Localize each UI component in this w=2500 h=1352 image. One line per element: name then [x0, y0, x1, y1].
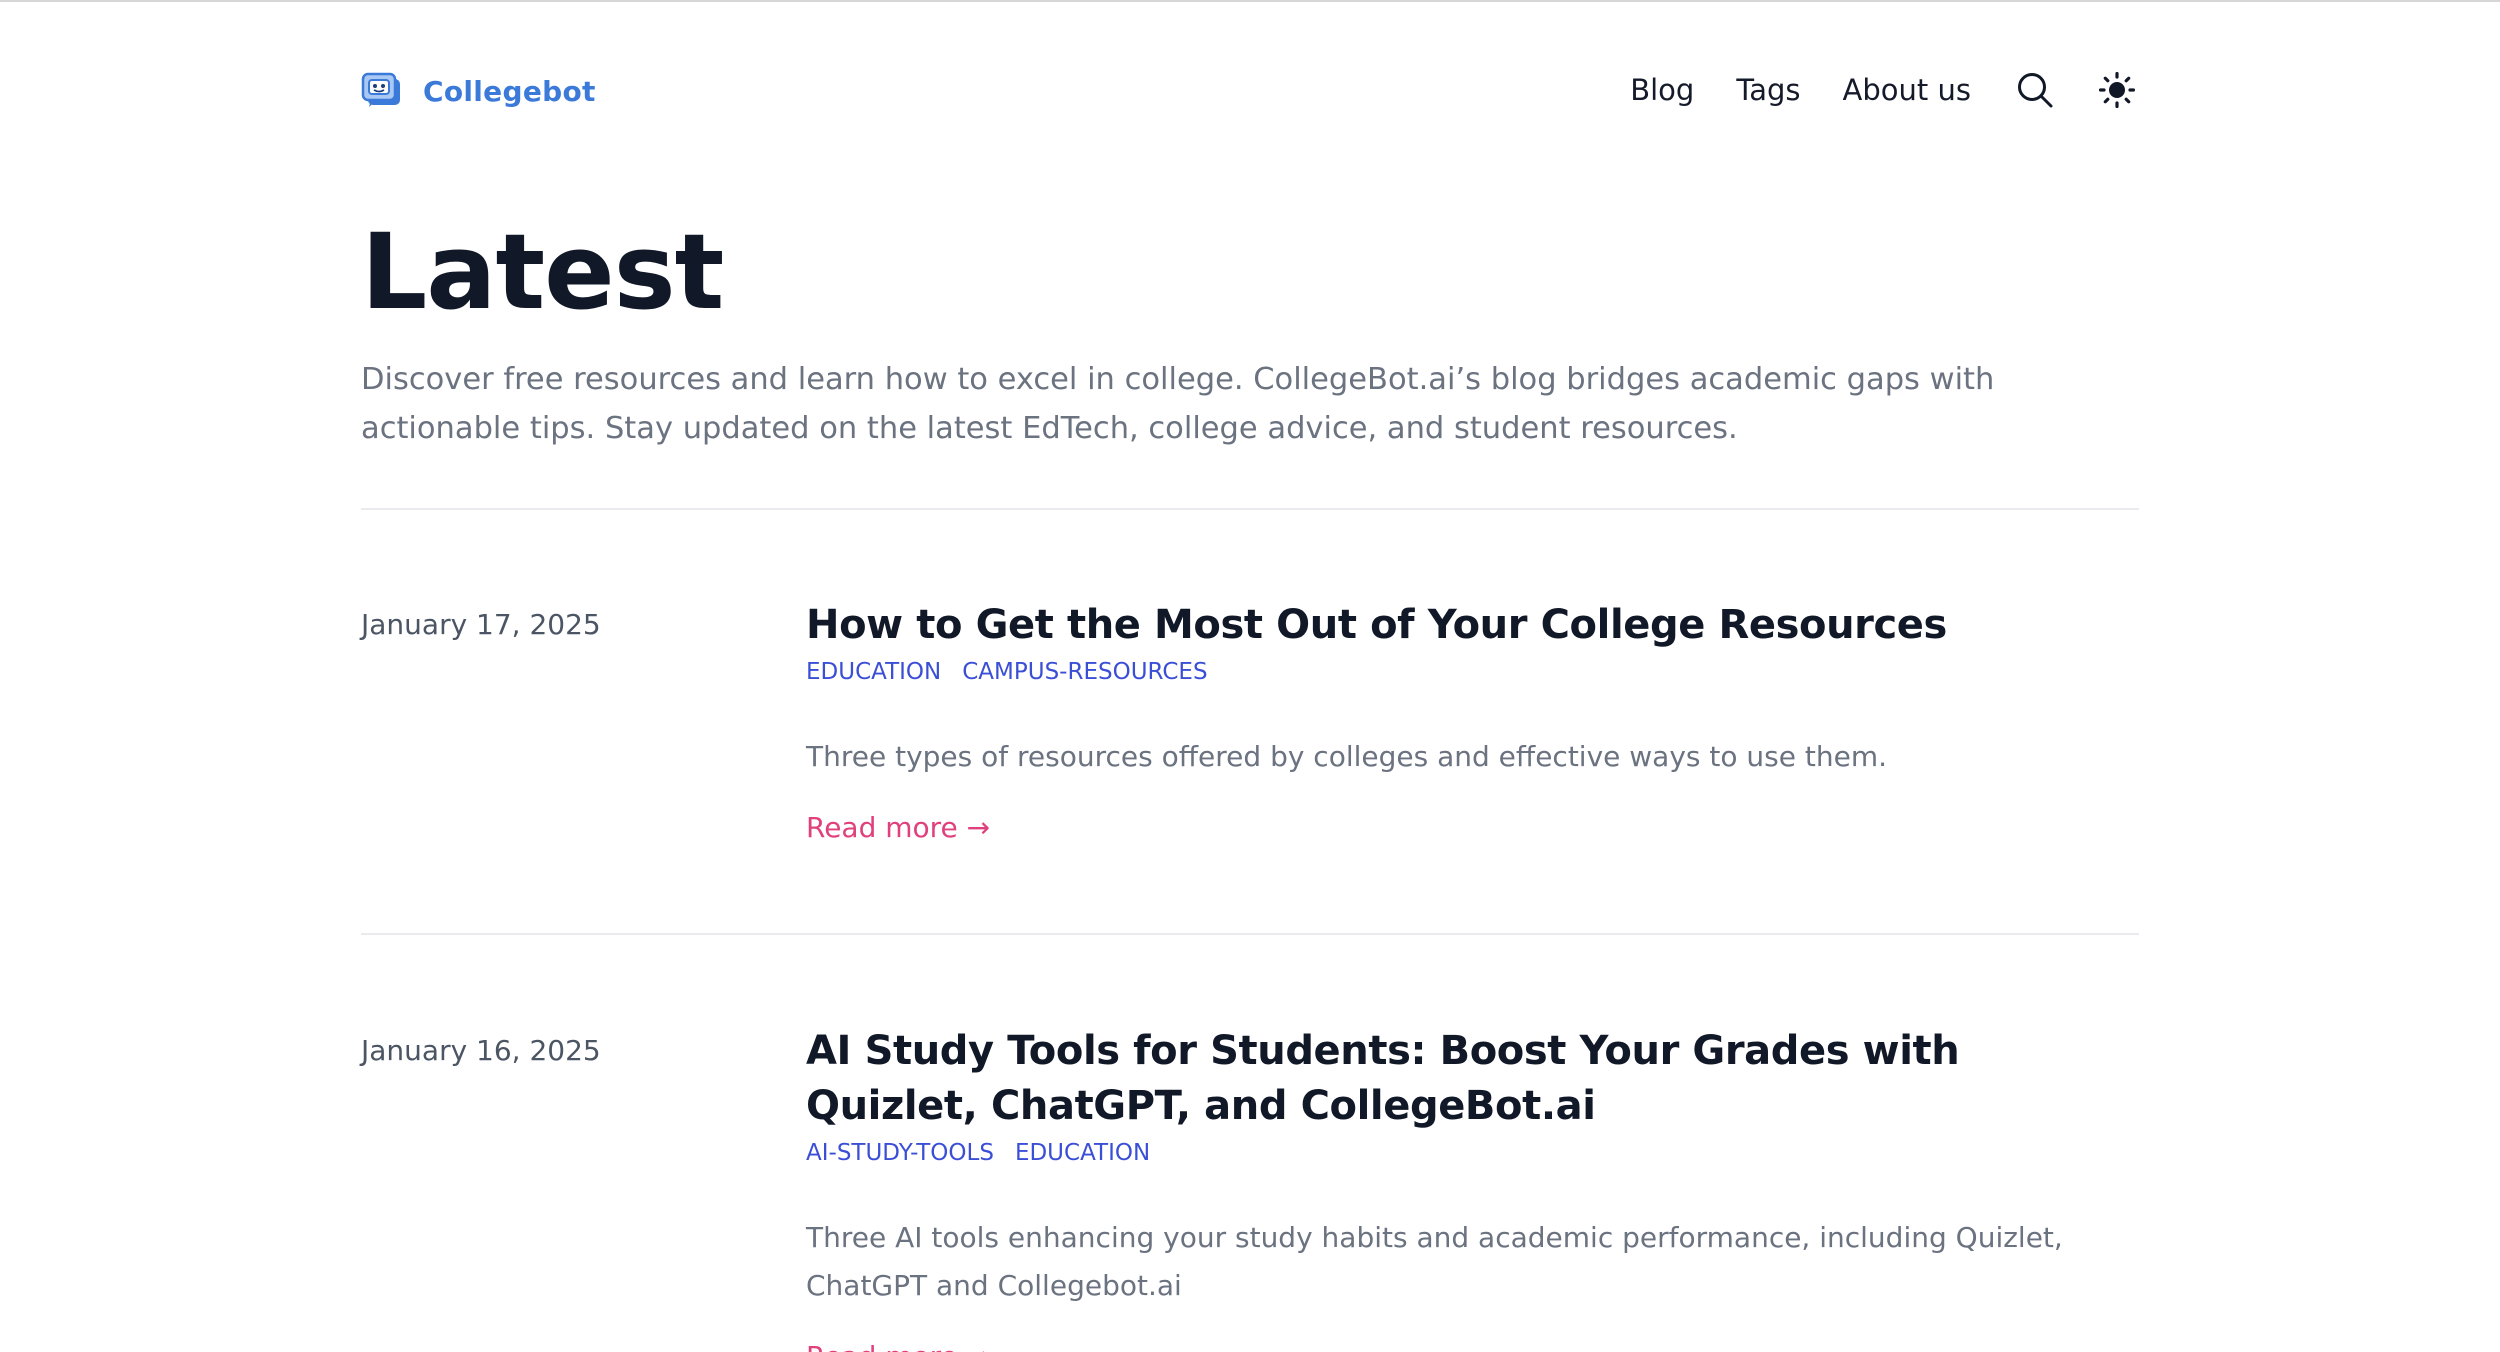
- page: Collegebot Blog Tags About us Latest Dis…: [0, 0, 2500, 1352]
- tag-link-education[interactable]: EDUCATION: [806, 659, 941, 685]
- post-summary: Three types of resources offered by coll…: [806, 740, 1887, 773]
- robot-chat-icon: [361, 70, 403, 112]
- post-divider: [361, 933, 2139, 935]
- post-body: AI Study Tools for Students: Boost Your …: [806, 1024, 2139, 1352]
- post-title: AI Study Tools for Students: Boost Your …: [806, 1024, 2139, 1134]
- post-title: How to Get the Most Out of Your College …: [806, 598, 2139, 653]
- nav-link-about-us[interactable]: About us: [1843, 73, 1971, 107]
- post-summary: Three AI tools enhancing your study habi…: [806, 1221, 2063, 1302]
- post-body: How to Get the Most Out of Your College …: [806, 598, 2139, 844]
- nav-link-tags[interactable]: Tags: [1736, 73, 1800, 107]
- post-tags: AI-STUDY-TOOLS EDUCATION: [806, 1136, 2139, 1170]
- post-date: January 16, 2025: [361, 1034, 601, 1067]
- read-more-link[interactable]: Read more →: [806, 1340, 990, 1352]
- search-button[interactable]: [2013, 68, 2057, 112]
- nav-link-blog[interactable]: Blog: [1630, 73, 1694, 107]
- site-header: Collegebot Blog Tags About us: [361, 0, 2139, 184]
- post-title-link[interactable]: AI Study Tools for Students: Boost Your …: [806, 1028, 1960, 1129]
- theme-toggle-button[interactable]: [2095, 68, 2139, 112]
- page-description: Discover free resources and learn how to…: [361, 362, 1995, 446]
- brand-link[interactable]: Collegebot: [361, 70, 596, 112]
- main-container: Collegebot Blog Tags About us Latest Dis…: [361, 0, 2139, 1352]
- post-date: January 17, 2025: [361, 608, 601, 641]
- sun-icon: [2099, 72, 2135, 108]
- main-nav: Blog Tags About us: [1630, 68, 2139, 112]
- read-more-link[interactable]: Read more →: [806, 811, 990, 844]
- tag-link-education[interactable]: EDUCATION: [1015, 1140, 1150, 1166]
- brand-name: Collegebot: [423, 74, 596, 108]
- post-tags: EDUCATION CAMPUS-RESOURCES: [806, 655, 2139, 689]
- tag-link-ai-study-tools[interactable]: AI-STUDY-TOOLS: [806, 1140, 994, 1166]
- search-icon: [2018, 73, 2053, 108]
- post-title-link[interactable]: How to Get the Most Out of Your College …: [806, 602, 1947, 648]
- section-divider: [361, 508, 2139, 510]
- page-title: Latest: [361, 211, 724, 333]
- tag-link-campus-resources[interactable]: CAMPUS-RESOURCES: [962, 659, 1207, 685]
